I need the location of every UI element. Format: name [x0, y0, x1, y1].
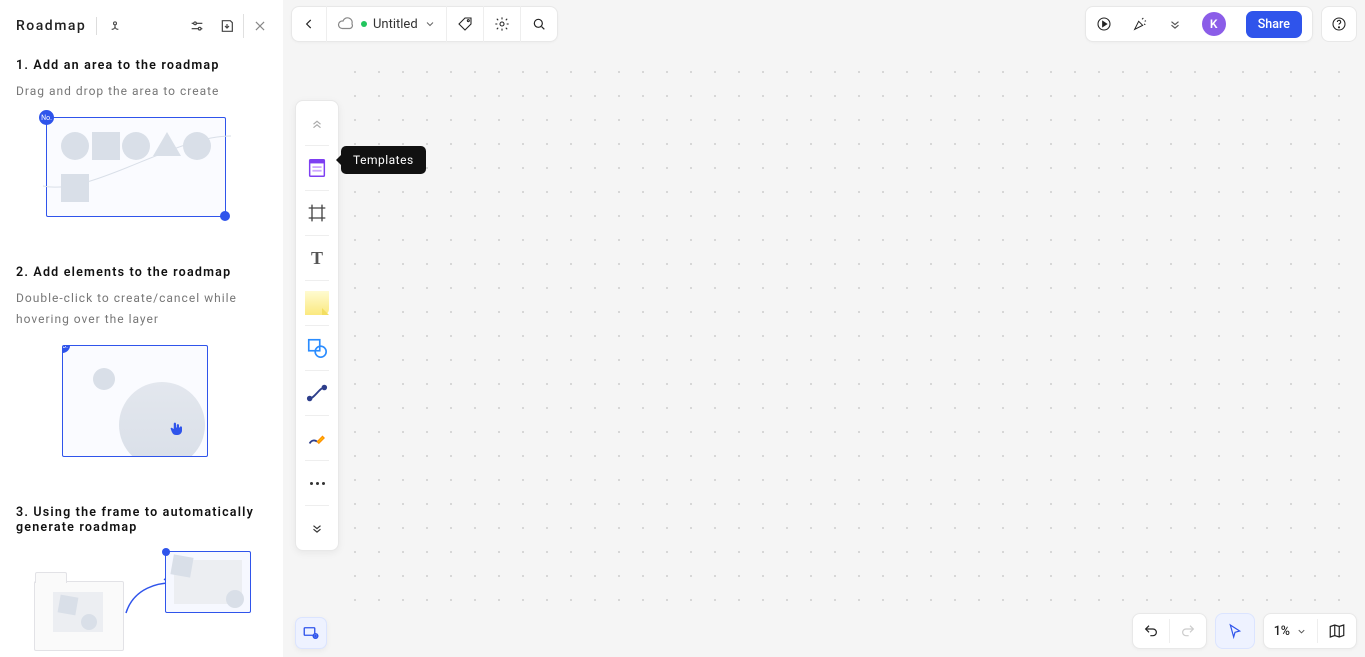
cursor-mode-button[interactable]: [1215, 613, 1255, 649]
layers-panel-button[interactable]: [295, 617, 327, 649]
file-menu[interactable]: Untitled: [327, 6, 447, 42]
step-3-title: 3. Using the frame to automatically gene…: [16, 505, 267, 535]
more-tools-button[interactable]: [301, 467, 333, 499]
step-1-title: 1. Add an area to the roadmap: [16, 58, 267, 73]
step-1-thumb: No.: [16, 117, 267, 217]
templates-button[interactable]: [301, 152, 333, 184]
pen-tool-button[interactable]: [301, 422, 333, 454]
share-button-label: Share: [1246, 11, 1302, 38]
search-button[interactable]: [521, 6, 557, 42]
vertical-toolbar: T: [295, 100, 339, 551]
expand-tools-button[interactable]: [301, 512, 333, 544]
shape-tool-button[interactable]: [301, 332, 333, 364]
sticky-note-icon: [305, 291, 329, 315]
avatar[interactable]: K: [1192, 6, 1236, 42]
redo-button[interactable]: [1170, 613, 1206, 649]
circle-shape-icon: [183, 132, 211, 160]
note-tool-button[interactable]: [301, 287, 333, 319]
step-2: 2. Add elements to the roadmap Double-cl…: [16, 265, 267, 457]
sync-status-icon: [361, 21, 367, 27]
save-template-icon[interactable]: [215, 14, 239, 38]
step-2-thumb: No.: [16, 345, 267, 457]
back-button[interactable]: [292, 6, 327, 42]
chevron-down-icon: [1296, 626, 1307, 637]
expand-more-button[interactable]: [1158, 6, 1192, 42]
square-shape-icon: [61, 174, 89, 202]
text-tool-button[interactable]: T: [301, 242, 333, 274]
file-name: Untitled: [373, 17, 418, 32]
hand-pointer-icon: [167, 420, 185, 442]
square-shape-icon: [92, 132, 120, 160]
zoom-value: 1%: [1274, 624, 1290, 639]
close-icon[interactable]: [243, 14, 267, 38]
waypoint-icon[interactable]: [103, 14, 127, 38]
bottom-right-controls: 1%: [1132, 613, 1357, 649]
connector-tool-button[interactable]: [301, 377, 333, 409]
sliders-icon[interactable]: [185, 14, 209, 38]
chevron-down-icon: [424, 18, 436, 30]
step-3: 3. Using the frame to automatically gene…: [16, 505, 267, 651]
resize-handle-icon: [220, 211, 230, 221]
sidebar: Roadmap 1. Add an area to the roadmap Dr…: [0, 0, 283, 657]
celebrate-button[interactable]: [1122, 6, 1158, 42]
share-button[interactable]: Share: [1236, 6, 1312, 42]
frame-tool-button[interactable]: [301, 197, 333, 229]
minimap-button[interactable]: [1318, 613, 1356, 649]
step-2-desc: Double-click to create/cancel while hove…: [16, 288, 267, 329]
step-1-desc: Drag and drop the area to create: [16, 81, 267, 101]
step-2-title: 2. Add elements to the roadmap: [16, 265, 267, 280]
circle-shape-icon: [122, 132, 150, 160]
collapse-button[interactable]: [301, 107, 333, 139]
dots-horizontal-icon: [308, 482, 326, 485]
sidebar-header: Roadmap: [16, 14, 267, 38]
present-button[interactable]: [1086, 6, 1122, 42]
tag-button[interactable]: [447, 6, 484, 42]
zoom-menu[interactable]: 1%: [1264, 613, 1317, 649]
cloud-icon: [337, 15, 355, 33]
number-badge-icon: No.: [62, 345, 70, 353]
tooltip: Templates: [341, 146, 426, 174]
help-button[interactable]: [1321, 6, 1357, 42]
triangle-shape-icon: [153, 132, 181, 156]
dot-grid: [343, 60, 1355, 609]
top-right-cluster: K Share: [1085, 6, 1357, 42]
resize-handle-icon: [162, 548, 170, 556]
sidebar-title: Roadmap: [16, 17, 97, 35]
undo-button[interactable]: [1133, 613, 1169, 649]
avatar-initial: K: [1202, 12, 1226, 36]
top-toolbar: Untitled: [291, 6, 558, 42]
canvas[interactable]: Untitled K: [283, 0, 1365, 657]
step-1: 1. Add an area to the roadmap Drag and d…: [16, 58, 267, 217]
step-3-thumb: [16, 551, 267, 651]
settings-button[interactable]: [484, 6, 521, 42]
pill-shape-icon: [61, 132, 89, 160]
